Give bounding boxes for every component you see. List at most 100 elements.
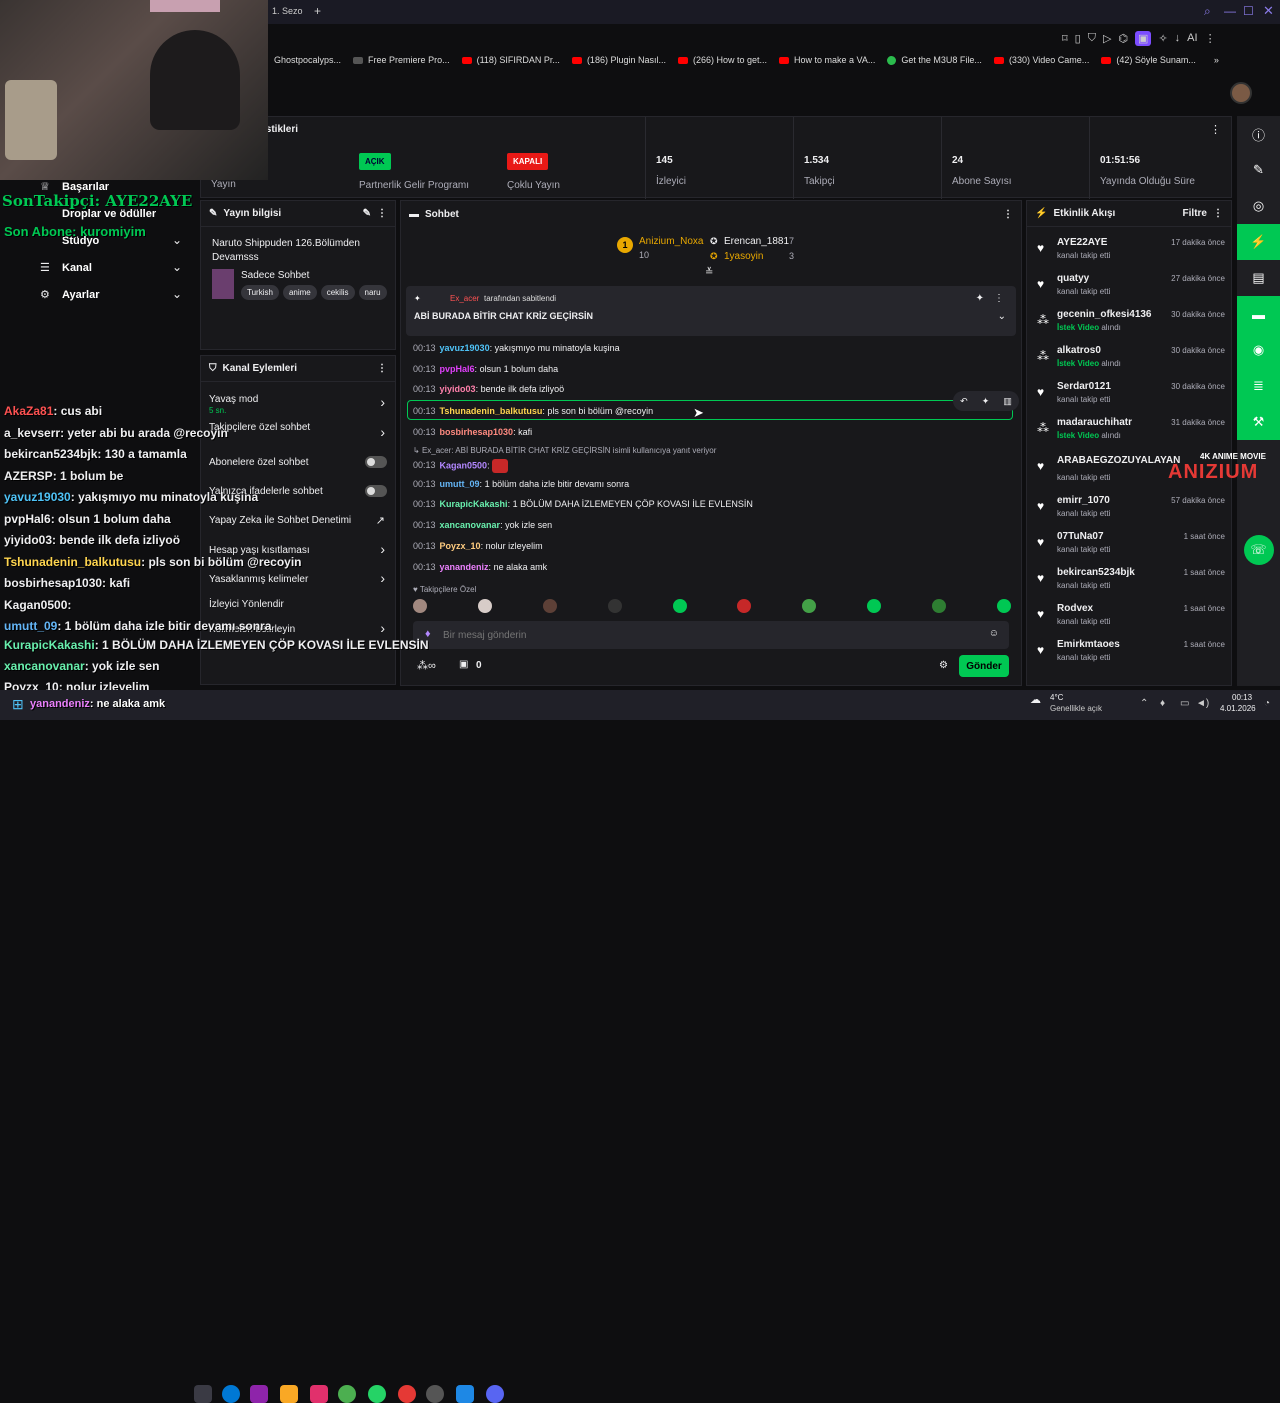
more-bookmarks-icon[interactable]: » — [1210, 55, 1223, 65]
expand-gifters-icon[interactable]: ≚ — [705, 267, 713, 278]
activity-item[interactable]: ♥ emirr_1070 kanalı takip etti 57 dakika ön… — [1037, 495, 1225, 531]
activity-item[interactable]: ♥ Emirkmtaoes kanalı takip etti 1 saat önce — [1037, 639, 1225, 675]
volume-icon[interactable]: ◄) — [1196, 698, 1209, 709]
windows-start-icon[interactable]: ⊞ — [12, 696, 24, 713]
emote[interactable] — [932, 599, 946, 613]
filter-button[interactable]: Filtre — [1183, 208, 1207, 219]
emote[interactable] — [672, 599, 687, 613]
play-icon[interactable]: ▷ — [1103, 32, 1111, 45]
activity-item[interactable]: ⁂ alkatros0 İstek Video alındı 30 dakika ön… — [1037, 345, 1225, 381]
bookmark-item[interactable]: Ghostpocalyps... — [270, 55, 345, 65]
new-tab-button[interactable]: + — [314, 4, 321, 18]
tag[interactable]: cekilis — [320, 285, 355, 300]
document-icon[interactable]: ▤ — [1237, 260, 1280, 296]
nav-channel[interactable]: Kanal — [62, 262, 92, 274]
pin-icon[interactable]: ✦ — [982, 396, 990, 407]
message-input[interactable] — [443, 625, 973, 645]
emote[interactable] — [867, 599, 882, 613]
wrench-icon[interactable]: ⚒ — [1237, 404, 1280, 440]
emote[interactable] — [542, 599, 557, 613]
bookmark-item[interactable]: Free Premiere Pro... — [349, 55, 454, 65]
app-icon[interactable] — [456, 1385, 474, 1403]
menu-icon[interactable]: ⋮ — [994, 293, 1004, 304]
bookmark-item[interactable]: (266) How to get... — [674, 55, 771, 65]
chat-message[interactable]: 00:13 Tshunadenin_balkutusu: pls son bi b… — [413, 406, 653, 416]
activity-item[interactable]: ♥ Serdar0121 kanalı takip etti 30 dakika ön… — [1037, 381, 1225, 417]
chat-message[interactable]: 00:13 xancanovanar: yok izle sen — [413, 520, 552, 530]
tray-chevron-icon[interactable]: ⌃ — [1140, 698, 1148, 709]
edit-icon[interactable]: ✎ — [1237, 152, 1280, 188]
activity-item[interactable]: ♥ bekircan5234bjk kanalı takip etti 1 saat … — [1037, 567, 1225, 603]
unpin-icon[interactable]: ✦ — [976, 293, 984, 304]
emote[interactable] — [737, 599, 752, 613]
network-icon[interactable]: ▭ — [1180, 698, 1189, 709]
send-button[interactable]: Gönder — [959, 655, 1009, 677]
minimize-icon[interactable]: — — [1224, 4, 1236, 18]
chat-message[interactable]: 00:13 yiyido03: bende ilk defa izliyoö — [413, 384, 564, 394]
emoji-icon[interactable]: ☺ — [989, 628, 999, 639]
layers-icon[interactable]: ≣ — [1237, 368, 1280, 404]
activity-item[interactable]: ♥ 07TuNa07 kanalı takip etti 1 saat önce — [1037, 531, 1225, 567]
screenshot-icon[interactable]: ⌑ — [1062, 32, 1068, 45]
chrome-icon[interactable] — [338, 1385, 356, 1403]
top-gifter-name[interactable]: 1yasoyin — [724, 251, 763, 262]
bookmark-item[interactable]: Get the M3U8 File... — [883, 55, 986, 65]
task-view-icon[interactable] — [194, 1385, 212, 1403]
bookmark-item[interactable]: (42) Söyle Sunam... — [1097, 55, 1200, 65]
activity-item[interactable]: ♥ quatyy kanalı takip etti 27 dakika önce — [1037, 273, 1225, 309]
clock-date[interactable]: 4.01.2026 — [1220, 704, 1256, 713]
activity-item[interactable]: ♥ AYE22AYE kanalı takip etti 17 dakika önce — [1037, 237, 1225, 273]
ai-button[interactable]: AI — [1187, 32, 1197, 44]
bookmark-item[interactable]: (118) SIFIRDAN Pr... — [458, 55, 564, 65]
chevron-down-icon[interactable]: ⌄ — [998, 311, 1006, 322]
bookmark-item[interactable]: (330) Video Came... — [990, 55, 1093, 65]
tag[interactable]: anime — [282, 285, 317, 300]
support-icon[interactable]: ☏ — [1237, 530, 1280, 570]
search-icon[interactable]: ⌕ — [1204, 4, 1211, 19]
user-avatar[interactable] — [1230, 82, 1252, 104]
chat-message[interactable]: 00:13 pvpHal6: olsun 1 bolum daha — [413, 364, 558, 374]
broadcast-icon[interactable]: ◉ — [1237, 332, 1280, 368]
chat-message[interactable]: 00:13 KurapicKakashi: 1 BÖLÜM DAHA İZLEME… — [413, 499, 753, 509]
tag[interactable]: Turkish — [241, 285, 279, 300]
emote[interactable] — [413, 599, 427, 613]
community-icon[interactable]: ⁂∞ — [417, 659, 436, 672]
translate-icon[interactable]: ⌬ — [1118, 32, 1128, 45]
whatsapp-icon[interactable] — [368, 1385, 386, 1403]
info-icon[interactable]: ⓘ — [1237, 116, 1280, 152]
extension-icon[interactable]: ▣ — [1135, 30, 1152, 46]
tag[interactable]: naru — [358, 285, 387, 300]
camera-icon[interactable]: ◎ — [1237, 188, 1280, 224]
obs-icon[interactable] — [426, 1385, 444, 1403]
opera-icon[interactable] — [398, 1385, 416, 1403]
explorer-icon[interactable] — [280, 1385, 298, 1403]
chat-message[interactable]: 00:13 umutt_09: 1 bölüm daha izle bitir d… — [413, 479, 629, 489]
menu-icon[interactable]: ⋮ — [1213, 208, 1223, 219]
reply-icon[interactable]: ↶ — [960, 396, 968, 407]
menu-icon[interactable]: ⋮ — [1003, 209, 1013, 220]
notification-icon[interactable]: ◔ — [1264, 698, 1270, 709]
category-name[interactable]: Sadece Sohbet — [241, 270, 309, 281]
chat-message[interactable]: 00:13 yanandeniz: ne alaka amk — [413, 562, 547, 572]
activity-item[interactable]: ♥ Rodvex kanalı takip etti 1 saat önce — [1037, 603, 1225, 639]
clock-time[interactable]: 00:13 — [1232, 693, 1252, 702]
delete-icon[interactable]: ▥ — [1003, 396, 1012, 407]
menu-icon[interactable]: ⋮ — [1205, 32, 1216, 45]
nav-settings[interactable]: Ayarlar — [62, 289, 100, 301]
bookmark-item[interactable]: (186) Plugin Nasıl... — [568, 55, 670, 65]
puzzle-icon[interactable]: ✧ — [1158, 32, 1167, 45]
activity-item[interactable]: ⁂ gecenin_ofkesi4136 İstek Video alındı 30 … — [1037, 309, 1225, 345]
chat-message[interactable]: 00:13 bosbirhesap1030: kafi — [413, 427, 532, 437]
close-icon[interactable]: ✕ — [1263, 3, 1274, 19]
maximize-icon[interactable]: ☐ — [1243, 4, 1254, 18]
edit-icon[interactable]: ✎ — [363, 208, 371, 219]
chat-message[interactable]: 00:13 yavuz19030: yakışmıyo mu minatoyla … — [413, 343, 620, 353]
copilot-icon[interactable] — [250, 1385, 268, 1403]
emote[interactable] — [607, 599, 622, 613]
emote[interactable] — [477, 599, 492, 613]
emote[interactable] — [996, 599, 1011, 613]
emote[interactable] — [802, 599, 817, 613]
discord-icon[interactable] — [486, 1385, 504, 1403]
download-icon[interactable]: ↓ — [1175, 32, 1181, 44]
menu-icon[interactable]: ⋮ — [377, 363, 387, 374]
